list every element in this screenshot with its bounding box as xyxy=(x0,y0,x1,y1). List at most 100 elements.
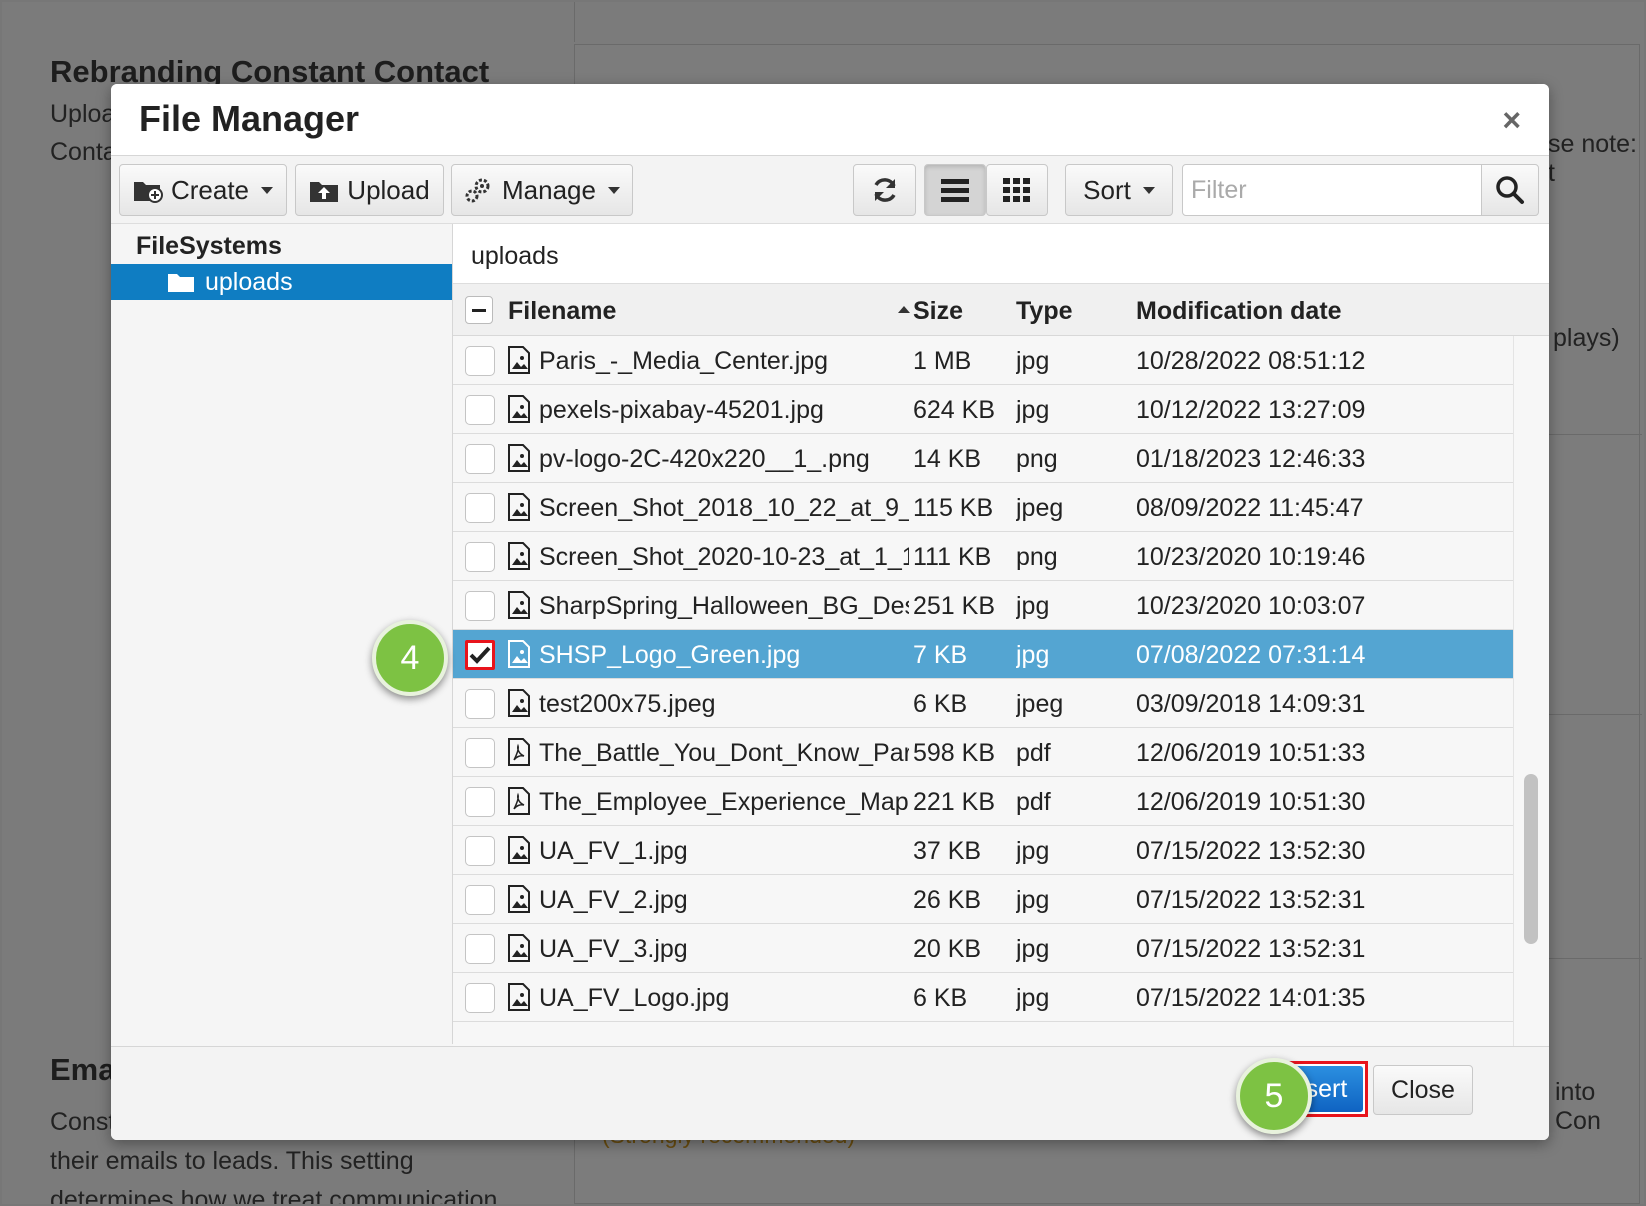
row-checkbox[interactable] xyxy=(465,787,495,817)
file-type: pdf xyxy=(1016,788,1051,816)
toolbar: Create Upload Manage Sort xyxy=(111,156,1549,224)
file-size: 221 KB xyxy=(913,788,996,816)
scrollbar[interactable] xyxy=(1513,336,1549,1046)
image-file-icon xyxy=(507,346,531,374)
column-header-size[interactable]: Size xyxy=(913,297,963,326)
create-label: Create xyxy=(170,174,250,205)
folder-icon xyxy=(168,274,194,292)
file-size: 1 MB xyxy=(913,347,972,375)
background-divider xyxy=(1547,958,1642,959)
create-button[interactable]: Create xyxy=(119,164,287,216)
row-checkbox[interactable] xyxy=(465,934,495,964)
search-icon xyxy=(1496,176,1524,204)
file-size: 37 KB xyxy=(913,837,982,865)
row-checkbox[interactable] xyxy=(465,836,495,866)
file-modified-date: 12/06/2019 10:51:33 xyxy=(1136,739,1366,767)
file-modified-date: 03/09/2018 14:09:31 xyxy=(1136,690,1366,718)
manage-button[interactable]: Manage xyxy=(451,164,633,216)
list-view-button[interactable] xyxy=(924,164,986,216)
file-type: png xyxy=(1016,445,1058,473)
table-row[interactable]: pexels-pixabay-45201.jpg 624 KB jpg 10/12/2… xyxy=(453,385,1513,434)
file-modified-date: 10/12/2022 13:27:09 xyxy=(1136,396,1366,424)
row-checkbox[interactable] xyxy=(465,346,495,376)
table-row[interactable]: SharpSpring_Halloween_BG_Desk 251 KB jpg 10… xyxy=(453,581,1513,630)
table-row[interactable]: UA_FV_2.jpg 26 KB jpg 07/15/2022 13:52:31 xyxy=(453,875,1513,924)
table-row[interactable]: Paris_-_Media_Center.jpg 1 MB jpg 10/28/202… xyxy=(453,336,1513,385)
table-row[interactable]: test200x75.jpeg 6 KB jpeg 03/09/2018 14:09:… xyxy=(453,679,1513,728)
file-type: jpg xyxy=(1016,396,1050,424)
row-checkbox[interactable] xyxy=(465,885,495,915)
file-modified-date: 07/15/2022 13:52:31 xyxy=(1136,886,1366,914)
close-button[interactable]: Close xyxy=(1373,1065,1473,1115)
file-name: Screen_Shot_2020-10-23_at_1_18 xyxy=(539,543,909,571)
grid-view-button[interactable] xyxy=(986,164,1048,216)
dialog-header: File Manager × xyxy=(111,84,1549,156)
breadcrumb-current: uploads xyxy=(471,242,559,270)
row-checkbox[interactable] xyxy=(465,395,495,425)
pdf-file-icon xyxy=(507,738,531,766)
row-checkbox[interactable] xyxy=(465,738,495,768)
tree-item-uploads[interactable]: uploads xyxy=(111,264,452,300)
file-name: SHSP_Logo_Green.jpg xyxy=(539,641,801,669)
select-all-checkbox[interactable] xyxy=(465,296,493,324)
file-modified-date: 01/18/2023 12:46:33 xyxy=(1136,445,1366,473)
row-checkbox[interactable] xyxy=(465,591,495,621)
file-modified-date: 07/15/2022 14:01:35 xyxy=(1136,984,1366,1012)
file-type: jpg xyxy=(1016,984,1050,1012)
grid-view-icon xyxy=(1003,178,1030,202)
file-modified-date: 08/09/2022 11:45:47 xyxy=(1136,494,1364,522)
file-modified-date: 10/23/2020 10:03:07 xyxy=(1136,592,1366,620)
background-text: Uploa xyxy=(50,100,116,128)
file-size: 26 KB xyxy=(913,886,982,914)
refresh-icon xyxy=(873,178,896,202)
file-name: SharpSpring_Halloween_BG_Desk xyxy=(539,592,909,620)
file-type: jpg xyxy=(1016,347,1050,375)
file-type: pdf xyxy=(1016,739,1051,767)
background-text: se note: t xyxy=(1548,130,1637,187)
file-modified-date: 10/23/2020 10:19:46 xyxy=(1136,543,1366,571)
table-row[interactable]: UA_FV_Logo.jpg 6 KB jpg 07/15/2022 14:01:35 xyxy=(453,973,1513,1022)
table-header: Filename Size Type Modification date xyxy=(453,284,1549,336)
row-checkbox[interactable] xyxy=(465,689,495,719)
pdf-file-icon xyxy=(507,787,531,815)
filter-input[interactable] xyxy=(1182,164,1482,216)
file-type: jpg xyxy=(1016,641,1050,669)
column-header-filename[interactable]: Filename xyxy=(508,297,616,326)
table-row[interactable]: The_Battle_You_Dont_Know_Part_ 598 KB pdf 1… xyxy=(453,728,1513,777)
tree-root-filesystems[interactable]: FileSystems xyxy=(136,232,282,261)
file-name: The_Employee_Experience_Map.pdf xyxy=(539,788,909,816)
close-icon[interactable]: × xyxy=(1502,102,1521,139)
new-folder-icon xyxy=(133,182,163,203)
row-checkbox[interactable] xyxy=(465,444,495,474)
file-modified-date: 07/15/2022 13:52:31 xyxy=(1136,935,1366,963)
chevron-down-icon xyxy=(1142,186,1155,194)
row-checkbox[interactable] xyxy=(465,983,495,1013)
background-text: Conta xyxy=(50,138,117,166)
table-row[interactable]: Screen_Shot_2020-10-23_at_1_18 111 KB png 1… xyxy=(453,532,1513,581)
table-row[interactable]: pv-logo-2C-420x220__1_.png 14 KB png 01/18/… xyxy=(453,434,1513,483)
row-checkbox[interactable] xyxy=(465,542,495,572)
image-file-icon xyxy=(507,689,531,717)
image-file-icon xyxy=(507,934,531,962)
row-checkbox[interactable] xyxy=(465,493,495,523)
table-row[interactable]: UA_FV_1.jpg 37 KB jpg 07/15/2022 13:52:30 xyxy=(453,826,1513,875)
file-name: The_Battle_You_Dont_Know_Part_ xyxy=(539,739,909,767)
background-divider xyxy=(1547,434,1642,435)
search-button[interactable] xyxy=(1481,164,1539,216)
upload-button[interactable]: Upload xyxy=(295,164,444,216)
file-size: 6 KB xyxy=(913,690,968,718)
sort-button[interactable]: Sort xyxy=(1065,164,1173,216)
column-header-modified[interactable]: Modification date xyxy=(1136,297,1342,326)
table-row[interactable]: UA_FV_3.jpg 20 KB jpg 07/15/2022 13:52:31 xyxy=(453,924,1513,973)
file-size: 598 KB xyxy=(913,739,996,767)
column-header-type[interactable]: Type xyxy=(1016,297,1073,326)
file-size: 14 KB xyxy=(913,445,982,473)
file-type: jpeg xyxy=(1016,690,1064,718)
refresh-button[interactable] xyxy=(853,164,916,216)
table-row[interactable]: The_Employee_Experience_Map.pdf221 KB pdf… xyxy=(453,777,1513,826)
scrollbar-thumb[interactable] xyxy=(1524,774,1538,944)
table-row[interactable]: Screen_Shot_2018_10_22_at_9_4 115 KB jpeg 0… xyxy=(453,483,1513,532)
file-modified-date: 07/08/2022 07:31:14 xyxy=(1136,641,1366,669)
table-row[interactable]: SHSP_Logo_Green.jpg 7 KB jpg 07/08/2022 07:… xyxy=(453,630,1513,679)
row-checkbox[interactable] xyxy=(465,640,495,670)
